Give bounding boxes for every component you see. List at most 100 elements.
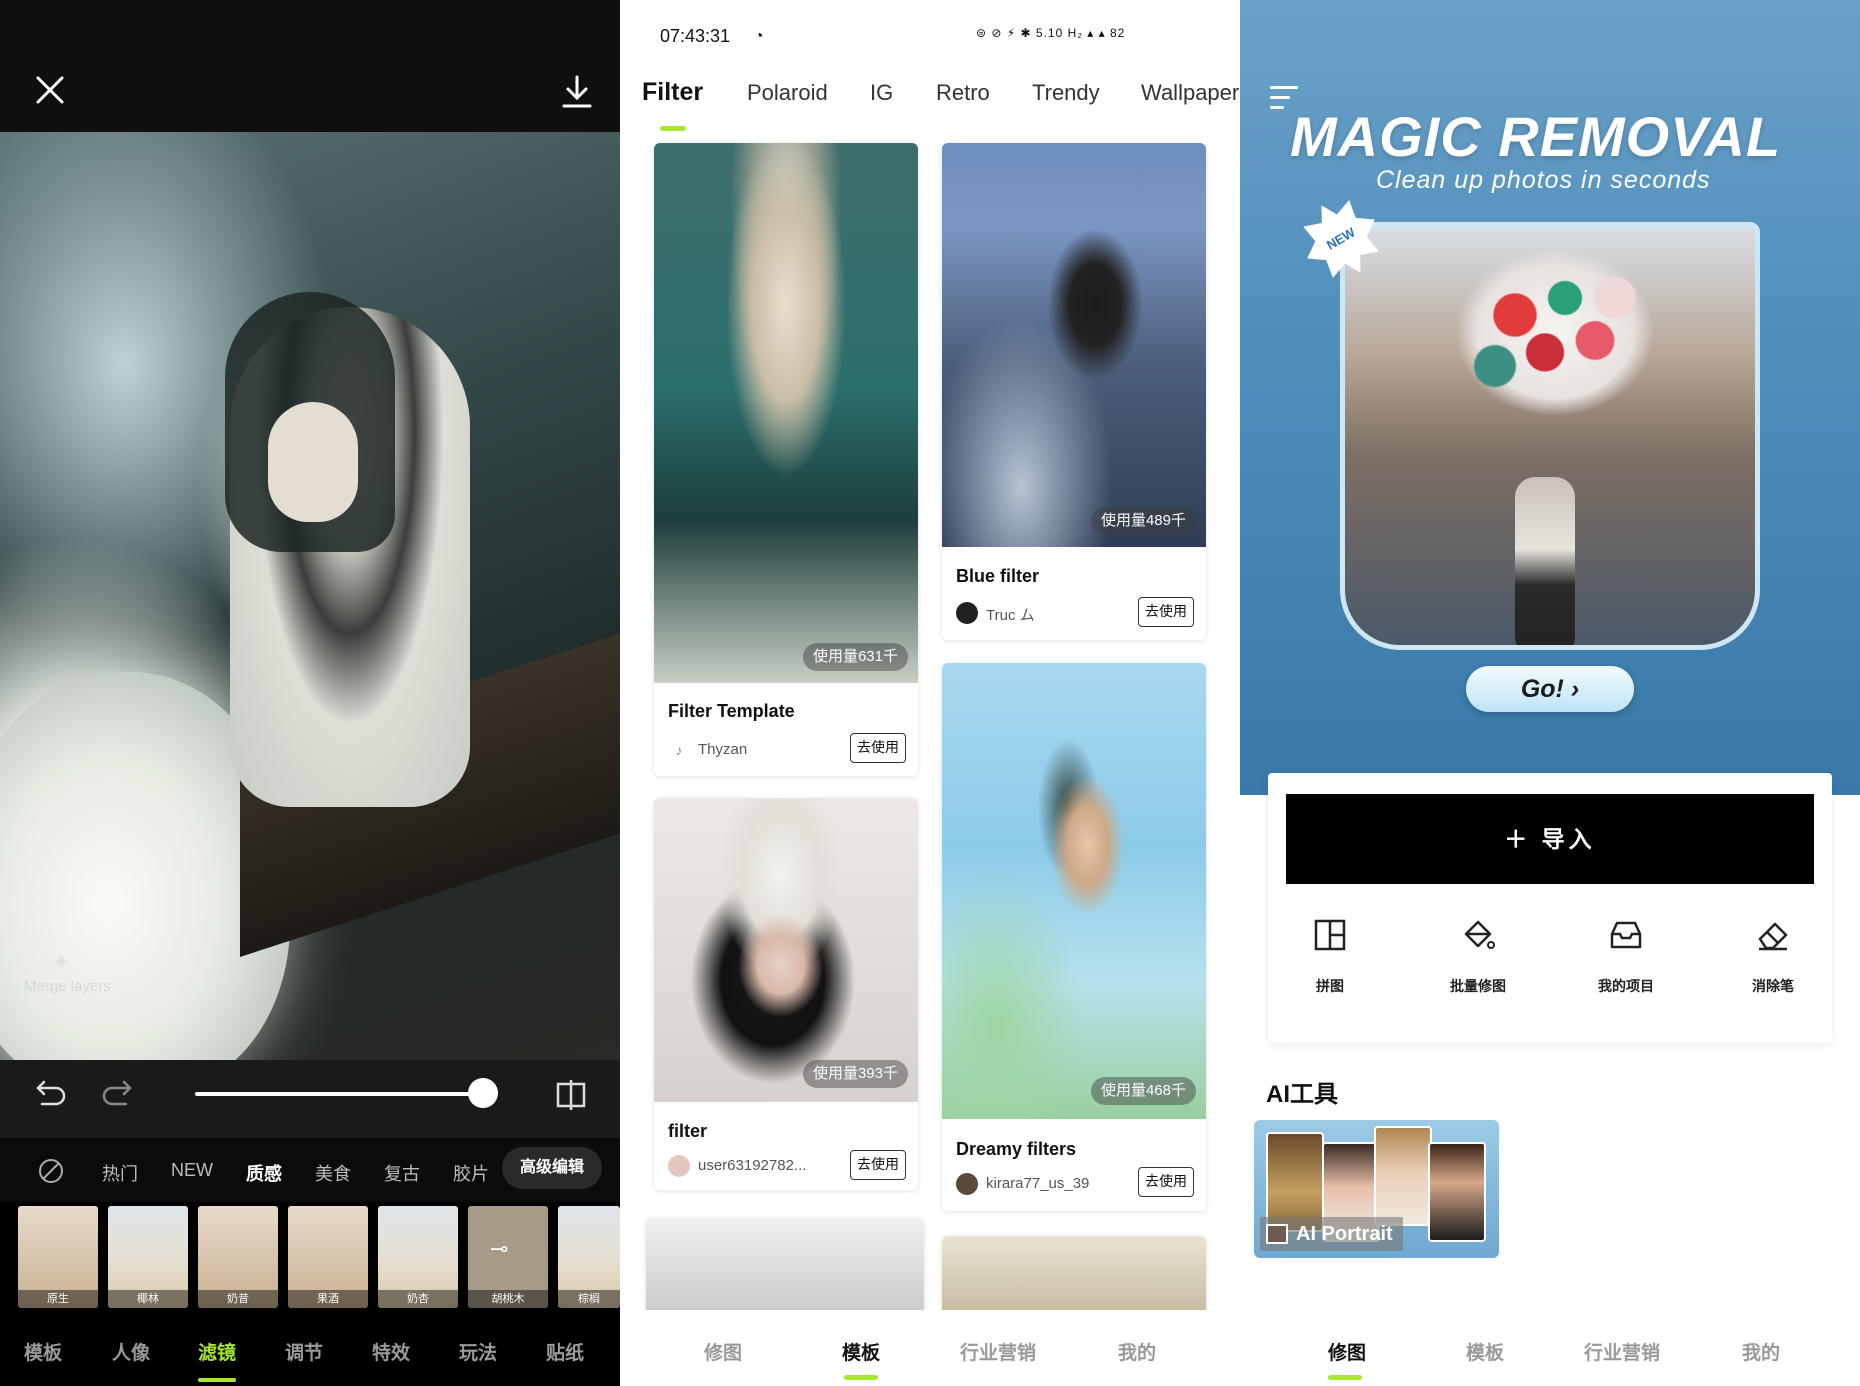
template-card[interactable] [646,1218,924,1318]
filter-thumb-label: 胡桃木 [468,1290,548,1308]
grid-icon [1275,918,1385,968]
tab-ig[interactable]: IG [870,80,893,106]
tab-filter[interactable]: Filter [642,78,703,107]
usage-badge: 使用量393千 [802,1060,908,1088]
tool-label: 我的项目 [1598,978,1654,994]
card-author: user63192782... [698,1157,807,1174]
ai-tools-title: AI工具 [1266,1081,1338,1108]
nav-portrait[interactable]: 人像 [112,1338,150,1365]
template-image [942,143,1206,547]
import-button[interactable]: ＋ 导入 [1286,794,1814,884]
paint-bucket-icon [1423,918,1533,968]
filter-thumb[interactable]: 原生 [18,1206,98,1308]
category-texture[interactable]: 质感 [246,1160,282,1186]
nav-edit[interactable]: 修图 [704,1338,742,1365]
nav-edit[interactable]: 修图 [1328,1338,1366,1365]
editor-panel: ✦ Merge layers 热门 NEW 质感 美食 复古 胶片 高级编辑 原… [0,0,620,1386]
nav-play[interactable]: 玩法 [459,1338,497,1365]
category-hot[interactable]: 热门 [102,1160,138,1186]
intensity-slider-knob[interactable] [468,1078,498,1108]
nav-active-indicator [198,1378,236,1382]
close-icon[interactable] [34,74,66,106]
home-panel: MAGIC REMOVAL Clean up photos in seconds… [1240,0,1860,1386]
filter-thumb-label: 椰林 [108,1290,188,1308]
category-film[interactable]: 胶片 [453,1160,489,1186]
undo-icon[interactable] [34,1078,68,1108]
card-author: Truc ム [986,607,1035,624]
use-template-button[interactable]: 去使用 [850,1150,906,1180]
redo-icon[interactable] [100,1078,134,1108]
tool-label: 拼图 [1316,978,1344,994]
tab-wallpaper[interactable]: Wallpaper [1141,80,1239,106]
ai-portrait-card[interactable]: AI Portrait [1254,1120,1499,1258]
use-template-button[interactable]: 去使用 [1138,597,1194,627]
advanced-edit-button[interactable]: 高级编辑 [502,1147,602,1189]
nav-stickers[interactable]: 贴纸 [546,1338,584,1365]
filter-thumb[interactable]: 奶杏 [378,1206,458,1308]
nav-active-indicator [1328,1375,1362,1380]
nav-mine[interactable]: 我的 [1118,1338,1156,1365]
go-button[interactable]: Go! › [1466,666,1634,712]
tab-retro[interactable]: Retro [936,80,990,106]
template-image [942,663,1206,1119]
wechat-icon: ◔ [754,28,764,45]
tab-polaroid[interactable]: Polaroid [747,80,828,106]
template-card[interactable]: 使用量489千 Blue filter Truc ム 去使用 [942,143,1206,640]
filter-thumb[interactable]: 果酒 [288,1206,368,1308]
merge-layers-icon[interactable]: ✦ [52,950,78,976]
merge-layers-label[interactable]: Merge layers [24,978,111,995]
intensity-slider-track[interactable] [195,1092,483,1096]
status-time: 07:43:31 [660,26,731,46]
template-image [654,798,918,1102]
avatar [956,1173,978,1195]
nav-filter[interactable]: 滤镜 [198,1338,236,1365]
person-figure [1515,477,1575,645]
tool-batch-edit[interactable]: 批量修图 [1423,918,1533,996]
usage-badge: 使用量631千 [802,643,908,671]
nav-template[interactable]: 模板 [24,1338,62,1365]
nav-adjust[interactable]: 调节 [285,1338,323,1365]
template-card[interactable]: 使用量393千 filter user63192782... 去使用 [654,798,918,1190]
nav-effects[interactable]: 特效 [372,1338,410,1365]
filter-thumb-label: 棕榈 [558,1290,620,1308]
tool-eraser[interactable]: 消除笔 [1718,918,1828,996]
template-panel: 07:43:31 ◔ ⊜ ⊘ ⚡ ✱ 5.10 H₂ ▴ ▴ 82 Filter… [620,0,1240,1386]
filter-thumb[interactable]: 椰林 [108,1206,188,1308]
music-note-icon: ♪ [675,742,683,758]
nav-marketing[interactable]: 行业营销 [960,1338,1036,1365]
avatar [668,1155,690,1177]
filter-thumb[interactable]: 棕榈 [558,1206,620,1308]
use-template-button[interactable]: 去使用 [1138,1167,1194,1197]
tab-trendy[interactable]: Trendy [1032,80,1100,106]
eraser-icon [1718,918,1828,968]
compare-icon[interactable] [554,1078,588,1112]
photo-face [268,402,358,522]
filter-thumb[interactable]: 奶昔 [198,1206,278,1308]
nav-active-indicator [844,1375,878,1380]
usage-badge: 使用量468千 [1090,1077,1196,1105]
card-author: Thyzan [698,741,748,758]
filter-thumb-label: 果酒 [288,1290,368,1308]
none-filter-icon[interactable] [38,1158,64,1184]
download-icon[interactable] [560,74,594,110]
tool-my-projects[interactable]: 我的项目 [1571,918,1681,996]
category-new[interactable]: NEW [171,1160,213,1181]
edit-control-bar [0,1060,620,1138]
banner-title: MAGIC REMOVAL [1290,105,1782,168]
template-image [654,143,918,683]
adjust-slider-icon: ⊸ [490,1236,509,1261]
nav-template[interactable]: 模板 [842,1338,880,1365]
category-food[interactable]: 美食 [315,1160,351,1186]
tool-collage[interactable]: 拼图 [1275,918,1385,996]
card-author: kirara77_us_39 [986,1175,1090,1192]
nav-mine[interactable]: 我的 [1742,1338,1780,1365]
template-card[interactable]: 使用量468千 Dreamy filters kirara77_us_39 去使… [942,663,1206,1211]
card-title: Filter Template [668,701,795,721]
nav-template[interactable]: 模板 [1466,1338,1504,1365]
nav-marketing[interactable]: 行业营销 [1584,1338,1660,1365]
filter-thumb-selected[interactable]: ⊸ 胡桃木 [468,1206,548,1308]
edited-photo[interactable] [0,132,620,1092]
template-card[interactable]: 使用量631千 Filter Template ♪ Thyzan 去使用 [654,143,918,776]
use-template-button[interactable]: 去使用 [850,733,906,763]
category-retro[interactable]: 复古 [384,1160,420,1186]
